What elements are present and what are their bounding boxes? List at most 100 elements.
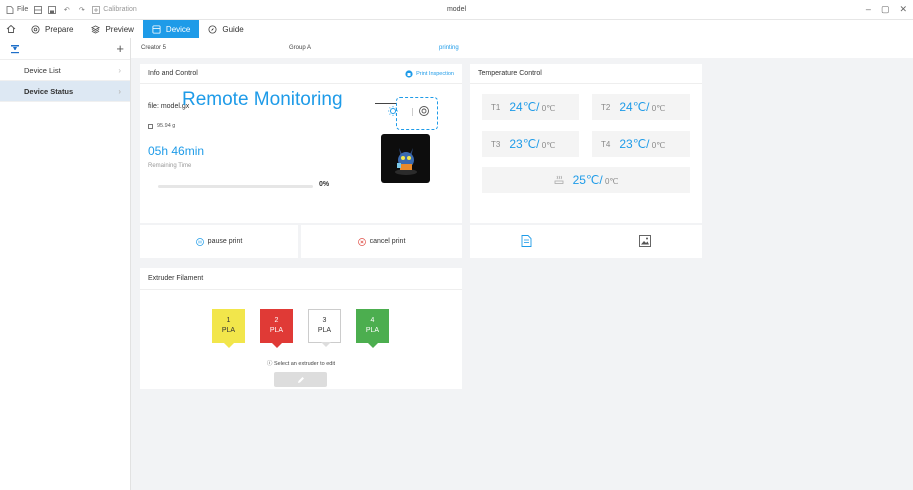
chevron-right-icon: ›	[118, 86, 121, 96]
slot-number: 3	[322, 317, 327, 324]
weight-icon	[148, 123, 153, 129]
slot-material: PLA	[317, 327, 332, 334]
sidebar-item-device-status[interactable]: Device Status ›	[0, 81, 130, 102]
sidebar-item-label: Device Status	[24, 86, 74, 96]
inspection-icon	[405, 69, 413, 78]
sidebar-header: +	[0, 38, 130, 60]
slot-material: PLA	[269, 327, 284, 334]
remote-monitoring-callout: Remote Monitoring	[182, 89, 343, 110]
temp-t2[interactable]: T2 24℃/ 0℃	[592, 94, 690, 120]
new-button[interactable]	[34, 5, 43, 14]
title-bar: File ↶ ↷ Calibration model – ▢ ✕	[0, 0, 913, 20]
sidebar: + Device List › Device Status ›	[0, 38, 131, 490]
temp-t1-label: T1	[491, 102, 501, 112]
slot-number: 2	[274, 317, 279, 324]
image-icon	[638, 234, 651, 247]
pause-icon	[195, 237, 204, 246]
extruder-title: Extruder Filament	[148, 275, 204, 282]
extruder-header: Extruder Filament	[140, 268, 462, 290]
sidebar-item-device-list[interactable]: Device List ›	[0, 60, 130, 81]
remaining-time-label: Remaining Time	[148, 163, 192, 169]
extruder-slot-3[interactable]: 3 PLA	[308, 309, 341, 347]
slot-material: PLA	[365, 327, 380, 334]
close-icon[interactable]: ✕	[899, 4, 907, 15]
group-name: Group A	[289, 45, 312, 51]
temp-t1[interactable]: T1 24℃/ 0℃	[482, 94, 579, 120]
save-icon	[48, 5, 57, 14]
tab-device-label: Device	[165, 24, 191, 34]
slot-material: PLA	[221, 327, 236, 334]
info-control-title: Info and Control	[148, 70, 198, 77]
temp-t3[interactable]: T3 23℃/ 0℃	[482, 131, 579, 157]
remaining-time: 05h 46min	[148, 144, 205, 158]
window-controls: – ▢ ✕	[866, 4, 907, 15]
extruder-slot-1[interactable]: 1 PLA	[212, 309, 245, 348]
temp-bed[interactable]: 25℃/ 0℃	[482, 167, 690, 193]
extruder-card: Extruder Filament 1 PLA 2 PLA 3 PLA 4 PL…	[140, 268, 462, 389]
file-menu-label: File	[17, 6, 29, 13]
temp-t4-target: 0℃	[651, 141, 666, 150]
calibration-icon	[92, 5, 101, 14]
print-log-button[interactable]	[521, 234, 532, 249]
home-button[interactable]	[0, 20, 22, 38]
temp-bed-current: 25℃/	[572, 173, 603, 187]
file-menu[interactable]: File	[6, 5, 29, 14]
save-button[interactable]	[48, 5, 57, 14]
progress-bar	[158, 185, 313, 188]
calibration-button[interactable]: Calibration	[92, 5, 137, 14]
document-icon	[521, 234, 532, 247]
temp-t3-target: 0℃	[541, 141, 556, 150]
cancel-print-button[interactable]: cancel print	[301, 225, 462, 258]
sidebar-item-label: Device List	[24, 65, 61, 75]
filament-weight: 95.94 g	[148, 123, 175, 129]
temp-bed-target: 0℃	[604, 177, 619, 186]
tab-prepare[interactable]: Prepare	[22, 20, 82, 38]
temperature-card: Temperature Control T1 24℃/ 0℃ T2 24℃/ 0…	[470, 64, 702, 223]
tab-guide[interactable]: Guide	[199, 20, 252, 38]
cancel-print-label: cancel print	[369, 238, 406, 245]
pause-print-label: pause print	[207, 238, 243, 245]
undo-button[interactable]: ↶	[62, 5, 71, 14]
edit-extruder-button[interactable]	[274, 372, 327, 387]
extruder-slot-4[interactable]: 4 PLA	[356, 309, 389, 348]
chevron-right-icon: ›	[118, 65, 121, 75]
temp-t4[interactable]: T4 23℃/ 0℃	[592, 131, 690, 157]
print-state: printing	[439, 45, 459, 51]
maximize-icon[interactable]: ▢	[881, 4, 890, 15]
tab-preview[interactable]: Preview	[82, 20, 142, 38]
cancel-icon	[357, 237, 366, 246]
minimize-icon[interactable]: –	[866, 4, 871, 15]
print-inspection-label: Print Inspection	[416, 70, 454, 77]
tab-guide-label: Guide	[222, 24, 244, 34]
add-device-icon[interactable]: +	[116, 41, 124, 56]
snapshot-button[interactable]	[638, 234, 651, 249]
device-status-row: Creator 5 Group A printing	[131, 38, 913, 58]
print-inspection-link[interactable]: Print Inspection	[405, 69, 454, 78]
layers-icon	[91, 24, 101, 34]
temp-t1-current: 24℃/	[509, 100, 540, 114]
temperature-title: Temperature Control	[478, 70, 542, 77]
extruder-slot-2[interactable]: 2 PLA	[260, 309, 293, 348]
nav-bar: Prepare Preview Device Guide	[0, 20, 913, 38]
compass-icon	[208, 24, 217, 34]
grid-icon	[34, 5, 43, 14]
redo-button[interactable]: ↷	[77, 5, 86, 14]
tab-device[interactable]: Device	[142, 20, 200, 38]
temp-t2-target: 0℃	[651, 104, 666, 113]
pause-print-button[interactable]: pause print	[140, 225, 298, 258]
progress-percent: 0%	[319, 181, 330, 188]
redo-icon: ↷	[78, 6, 85, 14]
info-icon: ⓘ	[266, 361, 273, 367]
info-control-header: Info and Control Print Inspection	[140, 64, 462, 84]
temp-t2-current: 24℃/	[619, 100, 650, 114]
main-area: Creator 5 Group A printing Info and Cont…	[131, 38, 913, 490]
device-icon	[152, 24, 161, 34]
slot-number: 4	[370, 317, 375, 324]
heatbed-icon	[554, 175, 563, 184]
tab-prepare-label: Prepare	[45, 24, 74, 34]
prepare-icon	[31, 24, 40, 34]
model-preview-icon	[394, 147, 417, 175]
undo-icon: ↶	[63, 6, 70, 14]
model-thumbnail	[381, 134, 430, 183]
extruder-hint-text: Select an extruder to edit	[273, 361, 336, 367]
